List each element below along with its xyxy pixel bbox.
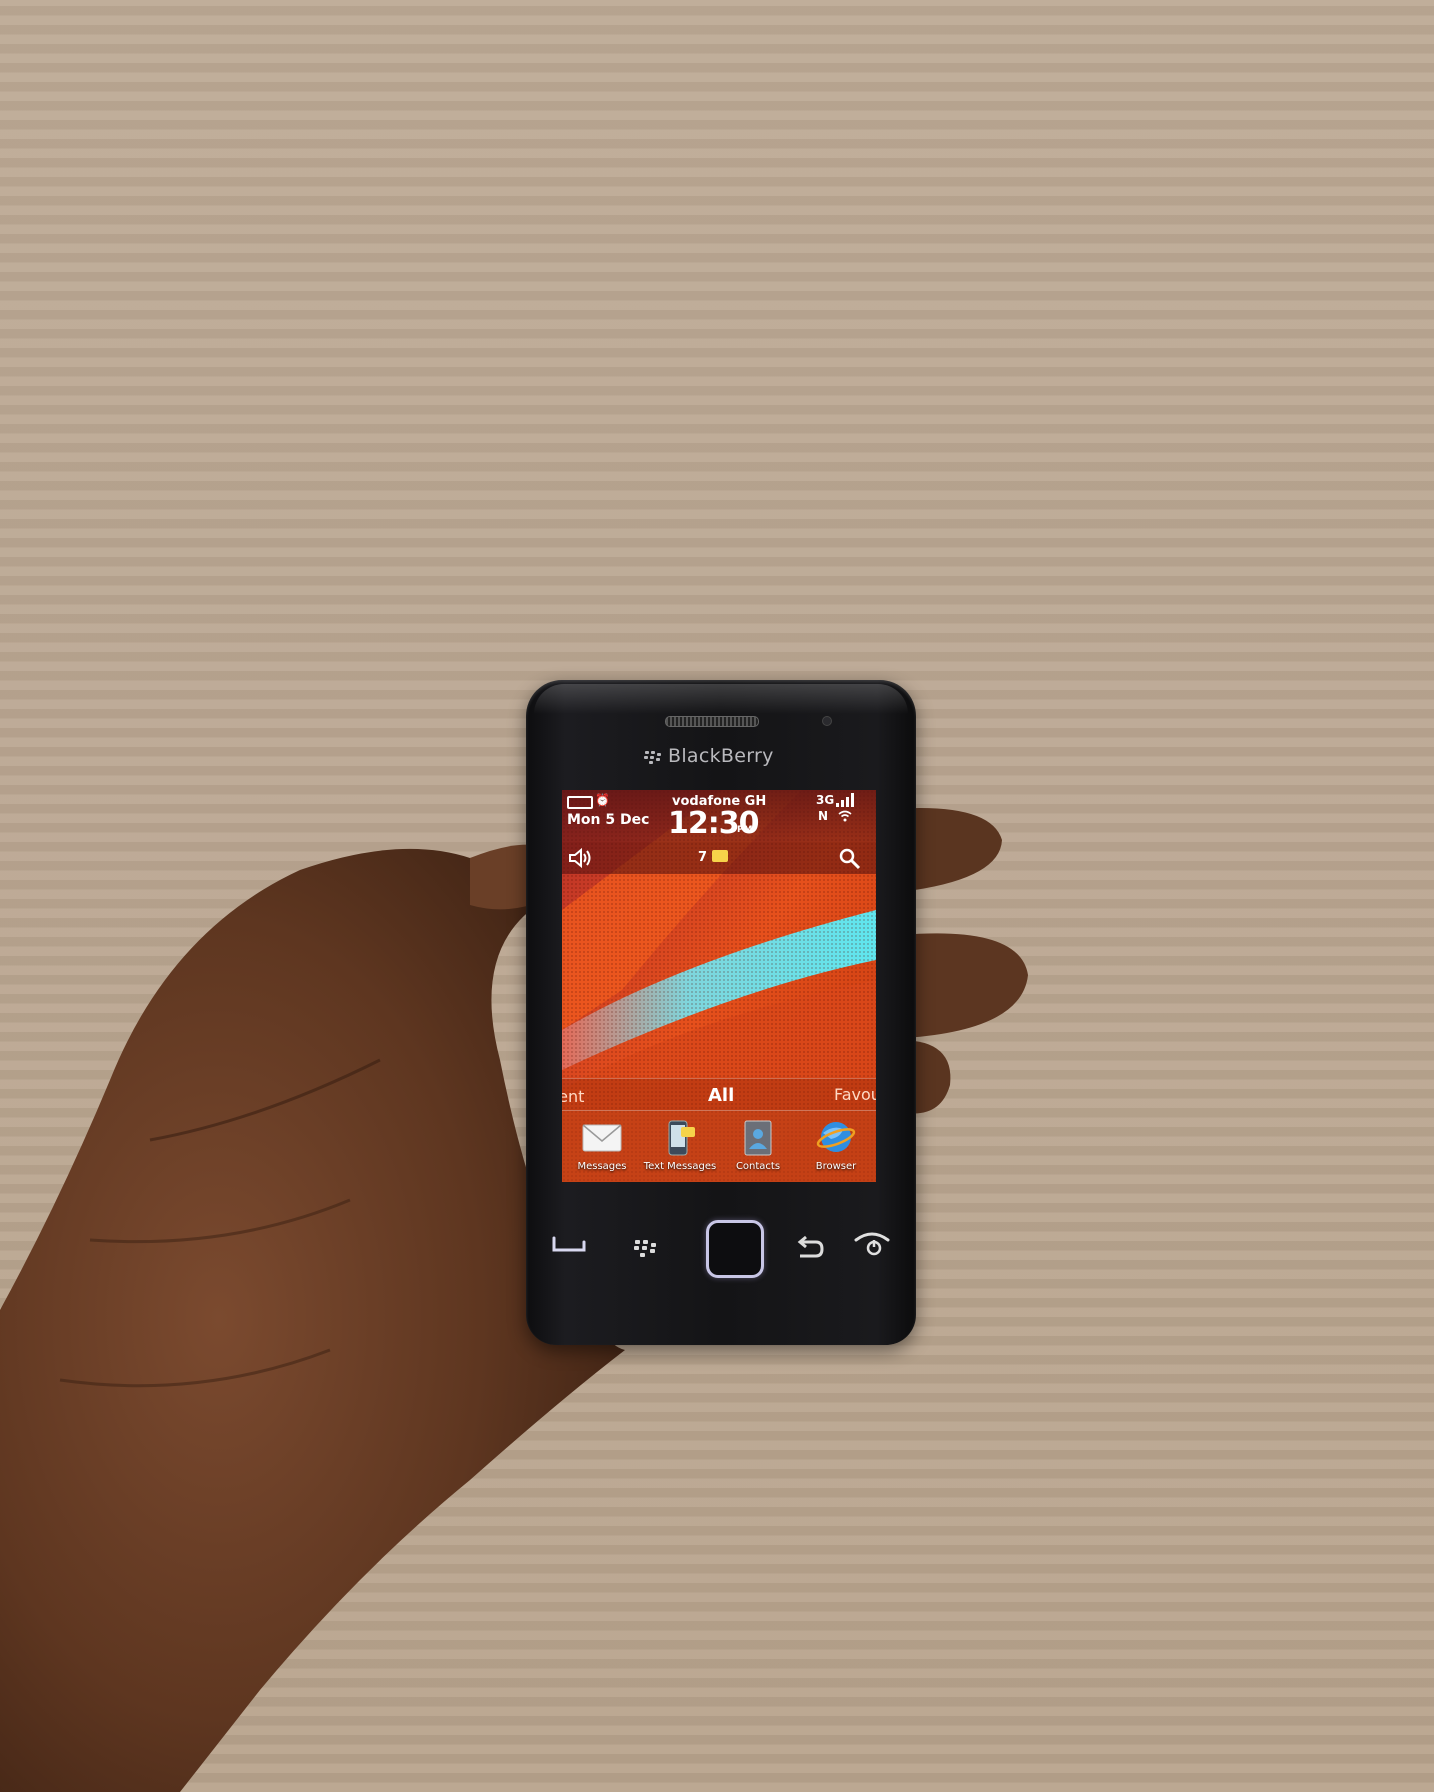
search-icon[interactable]: [838, 847, 862, 871]
network-type: 3G: [816, 793, 835, 807]
home-toolbar: 7: [562, 842, 876, 874]
contacts-icon: [744, 1120, 772, 1156]
envelope-icon: [582, 1124, 622, 1152]
app-tabs: uent All Favou: [562, 1078, 876, 1111]
text-messages-icon: [668, 1120, 695, 1156]
message-notification-icon[interactable]: [712, 850, 728, 862]
tab-all[interactable]: All: [708, 1085, 734, 1106]
status-time: 12:30: [668, 806, 759, 841]
brand-label: BlackBerry: [644, 745, 814, 771]
earpiece: [665, 716, 759, 727]
status-date: Mon 5 Dec: [567, 812, 650, 828]
phone-rim: [534, 684, 908, 714]
proximity-sensor: [822, 716, 832, 726]
end-call-key-icon[interactable]: [852, 1228, 892, 1258]
app-browser[interactable]: Browser: [796, 1117, 876, 1181]
app-messages[interactable]: Messages: [562, 1117, 642, 1181]
status-ampm: PM: [737, 825, 753, 835]
phone-screen[interactable]: ⏰ Mon 5 Dec vodafone GH 12:30 PM 3G N 7: [562, 790, 876, 1182]
blackberry-phone: BlackBerry ⏰ Mon 5 Dec vodafone GH 12:30…: [526, 680, 916, 1345]
blackberry-logo-icon: [644, 750, 661, 764]
app-label: Contacts: [735, 1161, 781, 1172]
back-key-icon[interactable]: [794, 1234, 826, 1264]
app-contacts[interactable]: Contacts: [718, 1117, 798, 1181]
call-key-icon[interactable]: [550, 1234, 590, 1258]
globe-icon: [816, 1122, 856, 1152]
signal-icon: [836, 793, 854, 807]
brand-text: BlackBerry: [668, 745, 774, 767]
app-text-messages[interactable]: Text Messages: [640, 1117, 720, 1181]
speaker-icon[interactable]: [568, 847, 594, 869]
battery-icon: [567, 796, 593, 809]
app-label: Browser: [815, 1161, 857, 1172]
message-count[interactable]: 7: [698, 850, 707, 865]
tab-favorites[interactable]: Favou: [834, 1085, 876, 1104]
app-label: Text Messages: [643, 1161, 717, 1172]
app-dock: Messages Text Messages Contacts Browser: [562, 1110, 876, 1182]
network-n: N: [818, 809, 829, 823]
menu-key-icon[interactable]: [632, 1238, 660, 1260]
status-bar: ⏰ Mon 5 Dec vodafone GH 12:30 PM 3G N: [562, 790, 876, 842]
app-label: Messages: [577, 1161, 627, 1172]
hardware-keys: [536, 1220, 906, 1300]
trackpad[interactable]: [706, 1220, 764, 1278]
tab-frequent[interactable]: uent: [562, 1087, 584, 1106]
alarm-icon: ⏰: [595, 793, 610, 807]
wifi-icon: [838, 810, 852, 825]
